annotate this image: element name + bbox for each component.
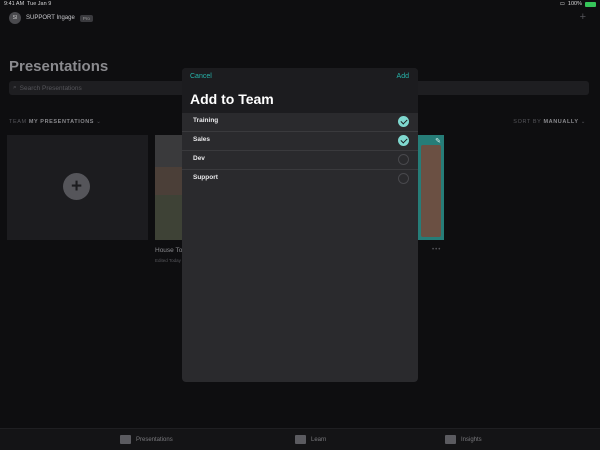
sort-filter-prefix: SORT BY bbox=[513, 119, 542, 125]
presentation-subtitle: Edited Today bbox=[155, 258, 181, 263]
presentations-icon bbox=[120, 435, 131, 444]
team-row-sales[interactable]: Sales bbox=[182, 132, 418, 151]
tab-label: Insights bbox=[461, 436, 482, 443]
learn-icon bbox=[295, 435, 306, 444]
plan-badge: Pro bbox=[79, 14, 93, 22]
tab-bar: Presentations Learn Insights bbox=[0, 428, 600, 450]
thumbnail-photo bbox=[155, 135, 182, 167]
checkbox-empty-icon[interactable] bbox=[398, 154, 409, 165]
search-placeholder: Search Presentations bbox=[19, 84, 82, 92]
team-row-support[interactable]: Support bbox=[182, 170, 418, 189]
team-filter-value: MY PRESENTATIONS bbox=[28, 119, 95, 125]
add-to-team-modal: Cancel Add Add to Team Training Sales De… bbox=[182, 68, 418, 382]
cancel-button[interactable]: Cancel bbox=[190, 73, 212, 80]
team-label: Training bbox=[193, 117, 219, 124]
thumbnail-photo bbox=[155, 167, 182, 195]
team-label: Support bbox=[193, 174, 218, 181]
tab-presentations[interactable]: Presentations bbox=[120, 435, 173, 444]
pencil-icon[interactable]: ✎ bbox=[435, 137, 441, 145]
team-label: Sales bbox=[193, 136, 210, 143]
org-name: SUPPORT Ingage bbox=[26, 15, 75, 21]
tab-label: Presentations bbox=[136, 436, 173, 443]
chevron-down-icon: ⌄ bbox=[580, 119, 586, 125]
page-title: Presentations bbox=[9, 58, 109, 75]
tab-label: Learn bbox=[311, 436, 327, 443]
add-button[interactable]: Add bbox=[397, 73, 409, 80]
presentation-thumbnail[interactable]: ✎ bbox=[418, 135, 444, 240]
team-filter[interactable]: TEAM MY PRESENTATIONS ⌄ bbox=[9, 119, 101, 125]
tab-learn[interactable]: Learn bbox=[295, 435, 326, 444]
team-filter-prefix: TEAM bbox=[9, 119, 27, 125]
insights-icon bbox=[445, 435, 456, 444]
checkmark-icon[interactable] bbox=[398, 116, 409, 127]
plus-icon[interactable]: + bbox=[580, 12, 586, 23]
add-presentation-icon[interactable]: + bbox=[63, 173, 90, 200]
avatar[interactable]: SI bbox=[9, 12, 21, 24]
team-list: Training Sales Dev Support bbox=[182, 113, 418, 189]
sort-filter-value: MANUALLY bbox=[543, 119, 579, 125]
chevron-down-icon: ⌄ bbox=[96, 119, 102, 125]
team-label: Dev bbox=[193, 155, 205, 162]
more-options-icon[interactable]: ••• bbox=[432, 247, 441, 253]
search-icon: ⌕ bbox=[13, 84, 17, 91]
team-row-training[interactable]: Training bbox=[182, 113, 418, 132]
account-header[interactable]: SI SUPPORT Ingage Pro bbox=[9, 12, 93, 24]
thumbnail-photo bbox=[421, 145, 441, 237]
checkbox-empty-icon[interactable] bbox=[398, 173, 409, 184]
checkmark-icon[interactable] bbox=[398, 135, 409, 146]
thumbnail-photo bbox=[155, 195, 182, 240]
modal-title: Add to Team bbox=[190, 91, 274, 107]
tab-insights[interactable]: Insights bbox=[445, 435, 482, 444]
presentation-thumbnail[interactable] bbox=[155, 135, 182, 240]
team-row-dev[interactable]: Dev bbox=[182, 151, 418, 170]
sort-filter[interactable]: SORT BY MANUALLY ⌄ bbox=[513, 119, 586, 125]
modal-nav-bar: Cancel Add Add to Team bbox=[182, 68, 418, 113]
